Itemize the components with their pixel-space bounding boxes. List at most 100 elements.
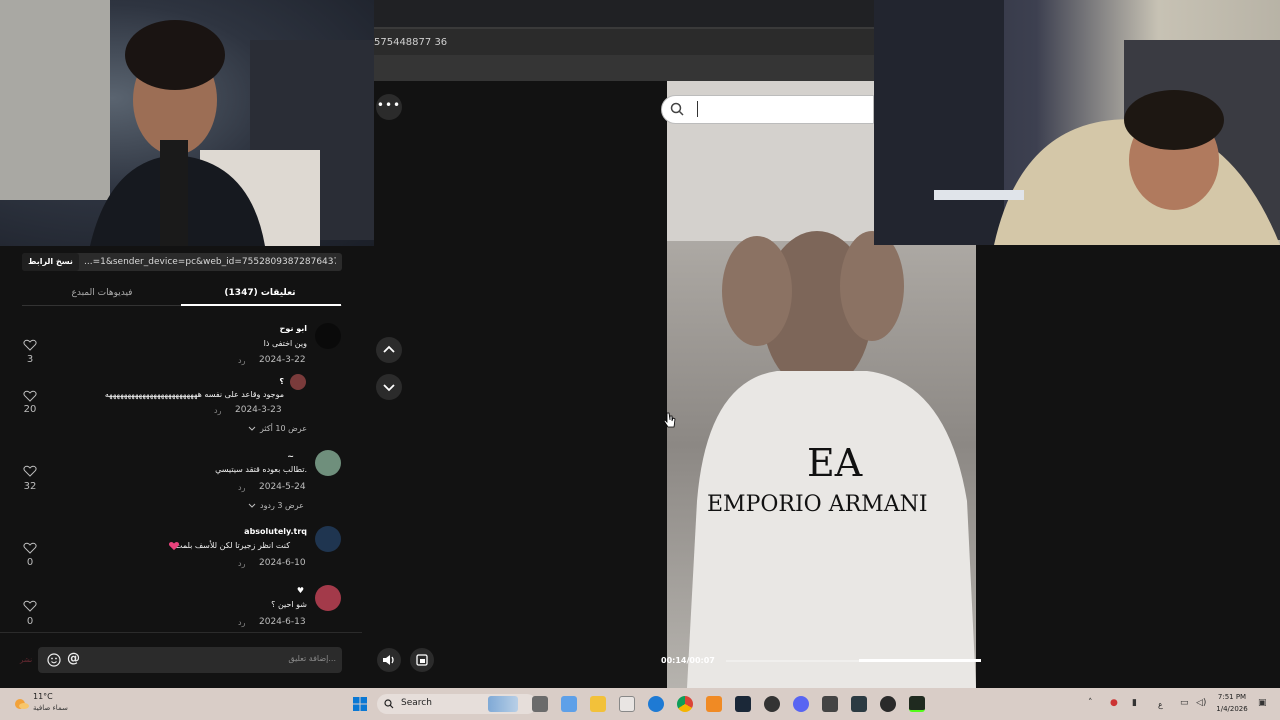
- previous-video-button[interactable]: [376, 337, 402, 363]
- comment-date: 2024-3-22: [259, 355, 306, 365]
- comment-date: 2024-5-24: [259, 482, 306, 492]
- reply-button[interactable]: رد: [238, 559, 245, 568]
- text-caret: [697, 101, 698, 117]
- avatar[interactable]: [315, 450, 341, 476]
- avatar[interactable]: [315, 526, 341, 552]
- reply-button[interactable]: رد: [238, 618, 245, 627]
- tray-icon[interactable]: ▮: [1132, 698, 1137, 708]
- comment-author[interactable]: ؟: [200, 377, 284, 386]
- progress-fill: [859, 659, 981, 662]
- heart-icon[interactable]: [23, 390, 37, 402]
- heart-icon[interactable]: [23, 339, 37, 351]
- clock-time[interactable]: 7:51 PM: [1212, 693, 1252, 701]
- heart-icon[interactable]: [23, 600, 37, 612]
- webcam-left-image: [0, 0, 374, 246]
- screen: 575448877 36 ••• EA EMPORIO ARMANI 00:14…: [0, 0, 1280, 720]
- webcam-right-image: [874, 0, 1280, 245]
- mention-icon[interactable]: @: [67, 651, 80, 666]
- next-video-button[interactable]: [376, 374, 402, 400]
- player-sidebar: [374, 81, 667, 688]
- app-icon[interactable]: [706, 696, 722, 712]
- app-icon[interactable]: [822, 696, 838, 712]
- chevron-up-icon: [383, 345, 395, 353]
- file-explorer-icon[interactable]: [590, 696, 606, 712]
- emoji-icon[interactable]: [47, 653, 61, 667]
- webcam-right: [874, 0, 1280, 245]
- comment-author[interactable]: absolutely.trq: [200, 527, 307, 536]
- task-view-icon[interactable]: [488, 696, 518, 712]
- avatar[interactable]: [315, 585, 341, 611]
- avatar[interactable]: [290, 374, 306, 390]
- edge-icon[interactable]: [648, 696, 664, 712]
- speaker-icon: [383, 655, 394, 665]
- avatar[interactable]: [315, 323, 341, 349]
- mouse-cursor-icon: [664, 412, 676, 428]
- comment-text: وين اختفى ذا: [263, 339, 307, 348]
- copilot-icon[interactable]: [561, 696, 577, 712]
- like-count: 3: [26, 354, 34, 365]
- like-count: 32: [23, 481, 37, 492]
- store-icon[interactable]: [619, 696, 635, 712]
- app-icon[interactable]: [764, 696, 780, 712]
- browser-tabstrip: [374, 0, 874, 28]
- search-icon: [384, 699, 394, 709]
- app-icon[interactable]: [532, 696, 548, 712]
- app-icon[interactable]: [880, 696, 896, 712]
- app-icon[interactable]: [909, 696, 925, 712]
- copy-link-button[interactable]: نسخ الرابط: [22, 253, 79, 271]
- view-more-replies[interactable]: عرض 10 أكثر: [260, 424, 307, 433]
- reply-button[interactable]: رد: [238, 356, 245, 365]
- comment-date: 2024-6-13: [259, 617, 306, 627]
- comment-placeholder: إضافة تعليق...: [288, 654, 336, 663]
- comment-date: 2024-3-23: [235, 405, 282, 415]
- composer-divider: [0, 632, 362, 633]
- windows-start-icon[interactable]: [352, 696, 368, 712]
- comment-author[interactable]: ♥: [200, 586, 304, 595]
- miniplayer-button[interactable]: [410, 648, 434, 672]
- reply-button[interactable]: رد: [214, 406, 221, 415]
- chevron-down-icon: [248, 426, 256, 431]
- weather-desc: سماء صافية: [33, 704, 68, 712]
- network-icon[interactable]: ▭: [1180, 698, 1189, 708]
- tab-creator-videos[interactable]: فيديوهات المبدع: [68, 286, 136, 302]
- volume-icon[interactable]: ◁): [1196, 698, 1206, 708]
- miniplayer-icon: [416, 654, 428, 666]
- reply-button[interactable]: رد: [238, 483, 245, 492]
- search-icon: [670, 102, 684, 116]
- steam-icon[interactable]: [735, 696, 751, 712]
- webcam-left: [0, 0, 374, 246]
- chevron-down-icon: [383, 384, 395, 392]
- language-indicator[interactable]: ع: [1158, 700, 1163, 709]
- heart-icon[interactable]: [23, 465, 37, 477]
- tab-active-indicator: [181, 304, 341, 306]
- address-bar[interactable]: 575448877 36: [374, 29, 874, 55]
- volume-button[interactable]: [377, 648, 401, 672]
- tab-comments[interactable]: تعليقات (1347): [210, 286, 310, 302]
- like-count: 20: [23, 404, 37, 415]
- comment-text: شو احين ؟: [271, 600, 307, 609]
- taskbar-search-label: Search: [401, 698, 432, 708]
- chevron-up-icon[interactable]: ˄: [1088, 698, 1093, 708]
- chevron-down-icon: [248, 503, 256, 508]
- app-icon[interactable]: [851, 696, 867, 712]
- more-options-button[interactable]: •••: [376, 94, 402, 120]
- playback-time: 00:14/00:07: [661, 656, 715, 665]
- browser-bookmarks-bar: [374, 55, 874, 81]
- heart-icon[interactable]: [23, 542, 37, 554]
- notification-icon[interactable]: ▣: [1258, 698, 1267, 708]
- share-link-text: ...=1&sender_device=pc&web_id=7552809387…: [84, 257, 336, 267]
- post-button[interactable]: نشر: [20, 656, 32, 664]
- comment-text: كنت انظر زجيرتا لكن للأسف بلمت: [174, 541, 290, 550]
- weather-temp[interactable]: 11°C: [33, 692, 53, 701]
- search-input[interactable]: [661, 95, 874, 124]
- comment-author[interactable]: ~: [200, 452, 294, 461]
- weather-sun-icon: [15, 699, 29, 709]
- discord-icon[interactable]: [793, 696, 809, 712]
- comment-author[interactable]: ابو نوح: [200, 324, 307, 333]
- clock-date[interactable]: 1/4/2026: [1212, 705, 1252, 713]
- tray-icon[interactable]: ●: [1110, 698, 1118, 708]
- chrome-icon[interactable]: [677, 696, 693, 712]
- view-more-replies[interactable]: عرض 3 ردود: [260, 501, 304, 510]
- like-count: 0: [26, 616, 34, 627]
- heart-emoji-icon: [168, 542, 180, 551]
